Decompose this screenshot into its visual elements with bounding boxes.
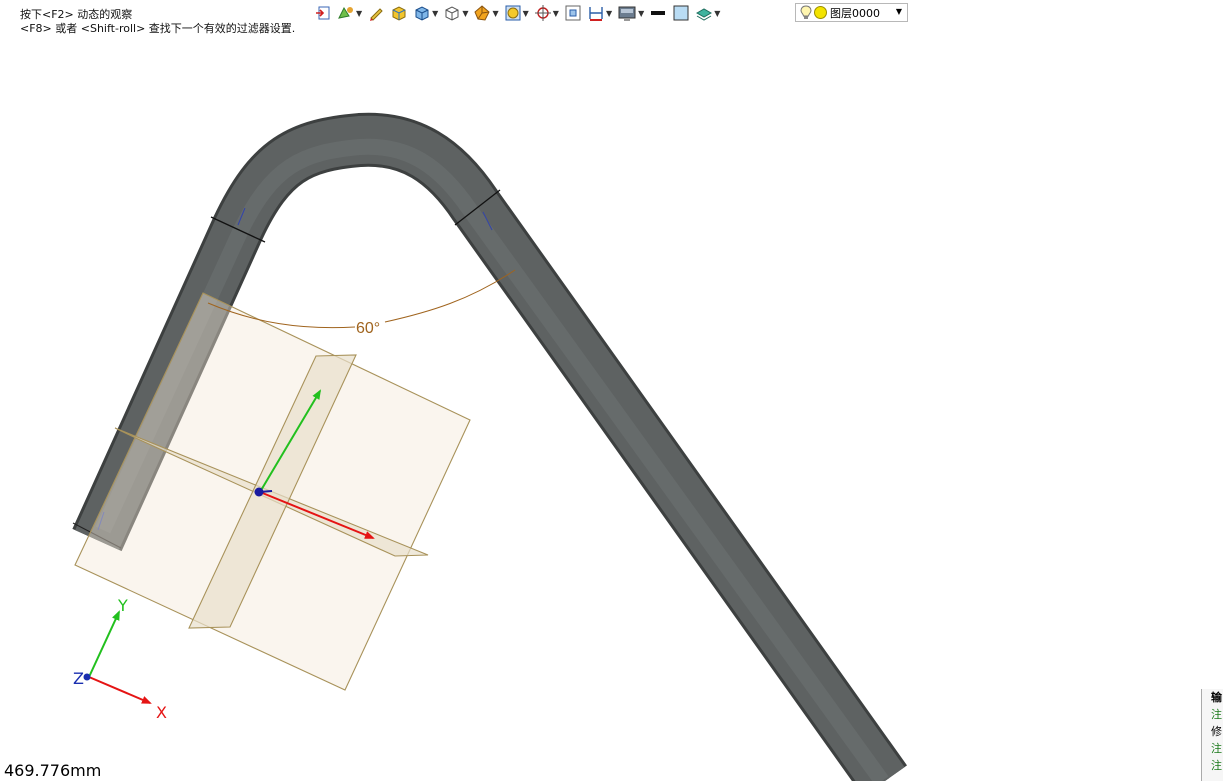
- view-cube-icon: [415, 6, 429, 21]
- zoom-fit-icon: [565, 5, 581, 21]
- world-origin: [83, 673, 91, 681]
- side-panel-item[interactable]: 注: [1202, 740, 1223, 757]
- axis-y-label: Y: [117, 596, 128, 615]
- hint-line-2: <F8> 或者 <Shift-roll> 查找下一个有效的过滤器设置.: [20, 22, 296, 35]
- wireframe-cube-icon: [445, 6, 459, 21]
- 3d-viewport[interactable]: 60° X Y Z: [0, 0, 1223, 781]
- axis-z-label: Z: [73, 669, 84, 688]
- fill-color-button[interactable]: [672, 3, 690, 23]
- appearance-icon: [505, 5, 521, 21]
- line-color-button[interactable]: [649, 3, 667, 23]
- chevron-down-icon[interactable]: ▼: [896, 7, 902, 16]
- display-icon: [618, 6, 636, 21]
- world-x-axis: [88, 676, 152, 704]
- layer-stack-button[interactable]: ▼: [695, 3, 720, 23]
- angle-label: 60°: [356, 320, 380, 337]
- line-color-icon: [651, 11, 666, 15]
- render-style-button[interactable]: ▼: [473, 3, 499, 23]
- lightbulb-icon: [800, 5, 812, 19]
- hint-text: 按下<F2> 动态的观察 <F8> 或者 <Shift-roll> 查找下一个有…: [20, 8, 295, 36]
- axis-x-label: X: [156, 703, 167, 722]
- exit-sketch-icon: [316, 6, 330, 20]
- exit-sketch-button[interactable]: [314, 3, 332, 23]
- view-cube-button[interactable]: ▼: [413, 3, 438, 23]
- measurement-readout: 469.776mm: [4, 761, 102, 780]
- layer-color-dot: [814, 6, 827, 19]
- hint-line-1: 按下<F2> 动态的观察: [20, 8, 133, 21]
- snap-target-button[interactable]: ▼: [534, 3, 559, 23]
- view-toolbar: ▼ ▼ ▼ ▼ ▼ ▼ ▼ ▼ ▼: [314, 2, 725, 24]
- side-panel-item[interactable]: 注: [1202, 706, 1223, 723]
- world-triad: X Y Z: [73, 596, 167, 722]
- layer-name: 图层0000: [830, 6, 880, 20]
- sketch-planes[interactable]: [74, 292, 471, 691]
- snap-target-icon: [534, 5, 551, 21]
- world-y-axis: [88, 610, 120, 678]
- pencil-icon: [370, 8, 383, 21]
- sketch-settings-button[interactable]: ▼: [337, 3, 362, 23]
- dimension-button[interactable]: ▼: [587, 3, 612, 23]
- output-side-panel[interactable]: 输 注 修 注 注: [1201, 689, 1223, 781]
- render-style-icon: [474, 5, 491, 21]
- dimension-icon: [589, 7, 603, 21]
- box-3d-button[interactable]: [390, 3, 408, 23]
- layer-stack-icon: [696, 8, 713, 21]
- box-3d-icon: [392, 6, 406, 21]
- side-panel-item[interactable]: 修: [1202, 723, 1223, 740]
- sketch-settings-icon: [338, 6, 353, 19]
- side-panel-item[interactable]: 注: [1202, 757, 1223, 774]
- layer-dropdown[interactable]: 图层0000 ▼: [795, 3, 908, 22]
- fill-color-icon: [673, 5, 689, 21]
- pencil-button[interactable]: [367, 3, 385, 23]
- wireframe-button[interactable]: ▼: [443, 3, 468, 23]
- side-panel-item[interactable]: 输: [1202, 689, 1223, 706]
- appearance-button[interactable]: ▼: [504, 3, 529, 23]
- zoom-fit-button[interactable]: [564, 3, 582, 23]
- display-button[interactable]: ▼: [617, 3, 644, 23]
